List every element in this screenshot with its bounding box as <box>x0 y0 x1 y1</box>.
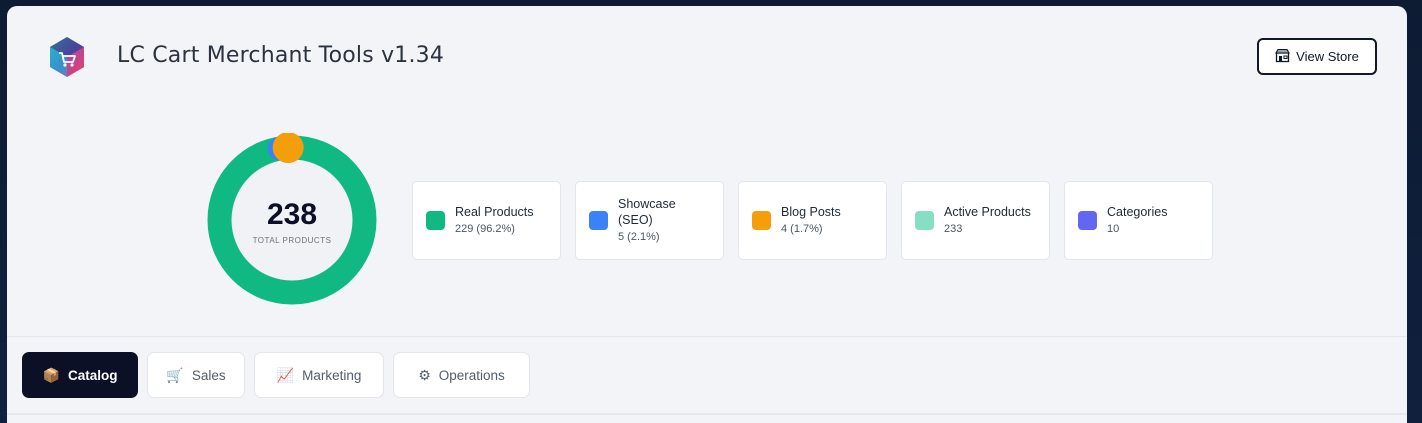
stat-label: Blog Posts <box>781 205 841 219</box>
stats-row: Real Products 229 (96.2%) Showcase (SEO)… <box>412 181 1213 260</box>
total-products-value: 238 <box>266 197 318 231</box>
tab-marketing[interactable]: 📈 Marketing <box>254 352 384 398</box>
product-donut-chart: 238 TOTAL PRODUCTS <box>205 133 379 307</box>
tab-catalog[interactable]: 📦 Catalog <box>22 352 138 398</box>
tab-label: Operations <box>438 367 505 383</box>
stat-value: 229 (96.2%) <box>455 223 515 235</box>
stat-card-categories: Categories 10 <box>1064 181 1213 260</box>
tab-sales[interactable]: 🛒 Sales <box>147 352 245 398</box>
stat-value: 233 <box>944 223 963 235</box>
main-tabs: 📦 Catalog 🛒 Sales 📈 Marketing ⚙ Operatio… <box>22 352 530 398</box>
cart-hexagon-logo-icon <box>47 35 87 79</box>
stat-value: 10 <box>1107 223 1120 235</box>
box-icon: 📦 <box>42 367 60 383</box>
total-products-label: TOTAL PRODUCTS <box>252 235 332 245</box>
stat-card-showcase: Showcase (SEO) 5 (2.1%) <box>575 181 724 260</box>
stat-value: 5 (2.1%) <box>618 231 660 243</box>
tab-label: Marketing <box>302 367 362 383</box>
stat-card-blog-posts: Blog Posts 4 (1.7%) <box>738 181 887 260</box>
stat-swatch <box>426 211 445 230</box>
view-store-label: View Store <box>1296 49 1359 64</box>
stat-label: Real Products <box>455 205 534 219</box>
stat-swatch <box>915 211 934 230</box>
section-divider <box>7 336 1407 337</box>
stat-swatch <box>752 211 771 230</box>
stat-card-real-products: Real Products 229 (96.2%) <box>412 181 561 260</box>
view-store-button[interactable]: View Store <box>1257 38 1377 75</box>
stat-swatch <box>1078 211 1097 230</box>
cart-icon: 🛒 <box>166 367 184 383</box>
gear-icon: ⚙ <box>418 367 431 383</box>
stat-swatch <box>589 211 608 230</box>
tab-operations[interactable]: ⚙ Operations <box>393 352 530 398</box>
chart-icon: 📈 <box>276 367 295 383</box>
content-top-border <box>7 413 1407 415</box>
stat-label: Categories <box>1107 205 1168 219</box>
stat-card-active-products: Active Products 233 <box>901 181 1050 260</box>
stat-label: Active Products <box>944 205 1031 219</box>
donut-center: 238 TOTAL PRODUCTS <box>205 133 379 307</box>
tab-label: Catalog <box>67 367 118 383</box>
header: LC Cart Merchant Tools v1.34 View Store <box>7 6 1407 106</box>
main-panel: LC Cart Merchant Tools v1.34 View Store … <box>7 6 1407 423</box>
stat-value: 4 (1.7%) <box>781 223 823 235</box>
app-title: LC Cart Merchant Tools v1.34 <box>117 43 445 68</box>
tab-label: Sales <box>191 367 226 383</box>
stat-label: Showcase (SEO) <box>618 197 676 227</box>
store-icon <box>1275 48 1291 65</box>
